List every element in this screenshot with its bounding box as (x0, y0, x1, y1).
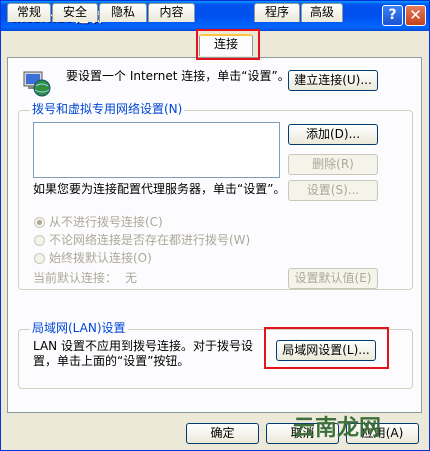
delete-button[interactable]: 删除(R) (288, 154, 378, 175)
radio-dial-whenever[interactable] (34, 235, 45, 246)
dialup-legend: 拨号和虚拟专用网络设置(N) (30, 102, 185, 116)
radio-never-dial-label[interactable]: 从不进行拨号连接(C) (49, 215, 163, 230)
lan-description-line1: LAN 设置不应用到拨号连接。对于拨号设 (33, 339, 253, 353)
add-button[interactable]: 添加(D)... (288, 124, 378, 145)
radio-never-dial[interactable] (34, 217, 45, 228)
internet-options-window: Internet 选项 ? ✕ 常规 安全 隐私 内容 连接 程序 高级 要设置… (0, 0, 430, 451)
connections-listbox[interactable] (33, 122, 280, 178)
current-default-value: 无 (125, 271, 138, 285)
current-default-label: 当前默认连接： (33, 271, 118, 285)
site-watermark: 云南龙网 (293, 415, 382, 441)
radio-always-dial-label[interactable]: 始终拨默认连接(O) (49, 251, 152, 266)
lan-button-highlight-box (264, 327, 389, 369)
setup-connection-button[interactable]: 建立连接(U)... (288, 70, 378, 91)
radio-always-dial[interactable] (34, 253, 45, 264)
tab-security[interactable]: 安全 (52, 3, 98, 22)
tab-highlight-box (196, 29, 260, 60)
tab-content[interactable]: 内容 (148, 3, 195, 22)
ok-button[interactable]: 确定 (186, 423, 259, 444)
settings-button[interactable]: 设置(S)... (288, 180, 378, 201)
close-button[interactable]: ✕ (405, 5, 426, 26)
network-globe-icon (23, 71, 51, 97)
setup-text: 要设置一个 Internet 连接，单击“设置”。 (66, 69, 290, 83)
tab-privacy[interactable]: 隐私 (99, 3, 147, 22)
set-default-button[interactable]: 设置默认值(E) (288, 268, 378, 289)
tab-advanced[interactable]: 高级 (301, 3, 343, 22)
tab-general[interactable]: 常规 (7, 3, 51, 22)
radio-dial-whenever-label[interactable]: 不论网络连接是否存在都进行拨号(W) (49, 233, 250, 248)
lan-legend: 局域网(LAN)设置 (30, 321, 128, 335)
help-button[interactable]: ? (382, 5, 403, 26)
lan-description-line2: 置，单击上面的“设置”按钮。 (33, 354, 190, 368)
proxy-settings-text: 如果您要为连接配置代理服务器，单击“设置”。 (33, 182, 286, 196)
tab-programs[interactable]: 程序 (254, 3, 300, 22)
